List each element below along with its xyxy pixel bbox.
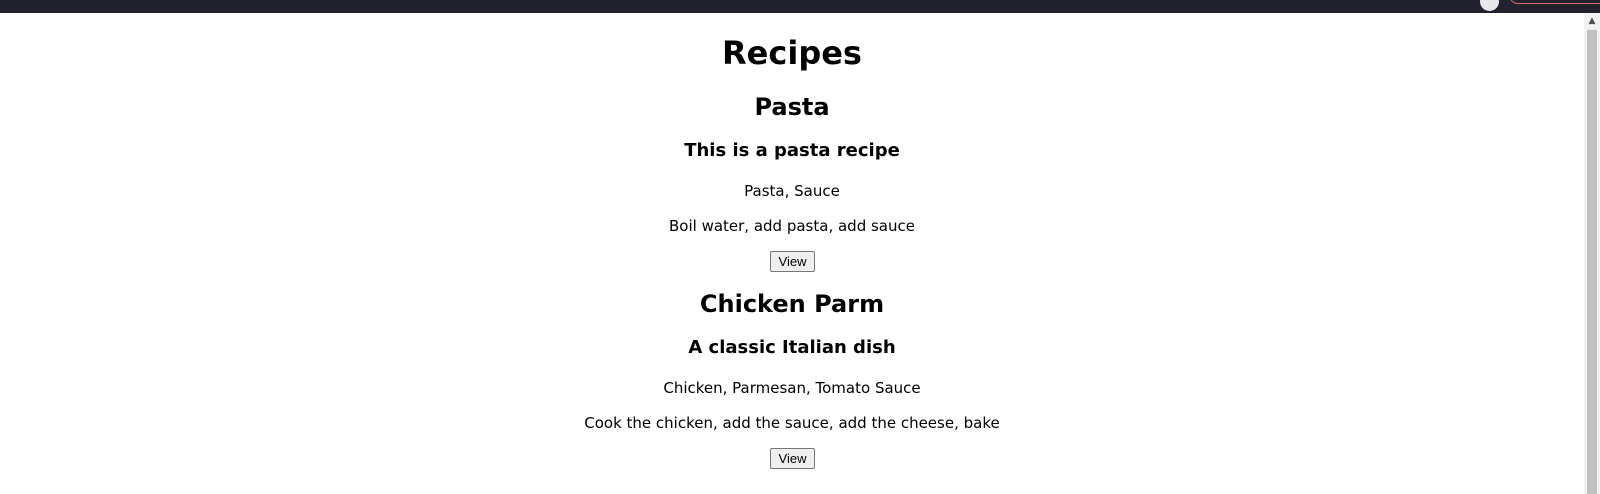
recipe-name: Pasta [754, 93, 830, 121]
recipe-instructions: Cook the chicken, add the sauce, add the… [584, 414, 1000, 432]
recipe-ingredients: Chicken, Parmesan, Tomato Sauce [663, 379, 921, 397]
recipe-description: A classic Italian dish [688, 337, 896, 358]
scroll-up-arrow-icon[interactable]: ▲ [1584, 13, 1600, 29]
page-title: Recipes [722, 34, 862, 72]
recipe-name: Chicken Parm [699, 290, 885, 318]
vertical-scrollbar[interactable]: ▲ [1584, 13, 1600, 494]
main-content: Recipes Pasta This is a pasta recipe Pas… [0, 13, 1584, 494]
view-recipe-button[interactable]: View [770, 251, 815, 272]
recipe-card: Pasta This is a pasta recipe Pasta, Sauc… [0, 92, 1584, 282]
recipe-ingredients: Pasta, Sauce [744, 182, 840, 200]
user-avatar[interactable] [1480, 0, 1499, 11]
topbar-action-button[interactable] [1509, 0, 1600, 4]
recipe-card: Chicken Parm A classic Italian dish Chic… [0, 289, 1584, 479]
scrollbar-thumb[interactable] [1587, 30, 1597, 494]
top-navigation-bar [0, 0, 1600, 13]
recipe-instructions: Boil water, add pasta, add sauce [669, 217, 915, 235]
view-recipe-button[interactable]: View [770, 448, 815, 469]
recipe-description: This is a pasta recipe [684, 140, 900, 161]
